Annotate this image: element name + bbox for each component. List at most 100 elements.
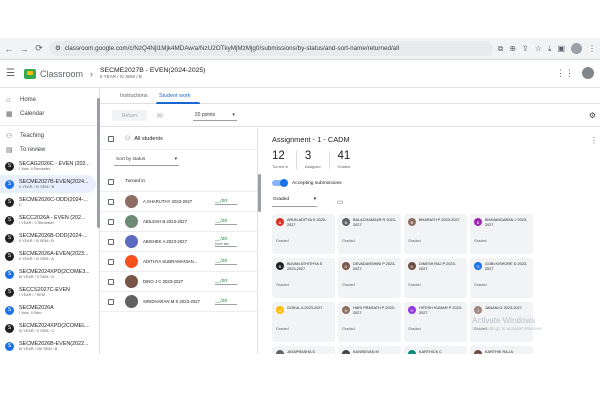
student-card[interactable]: G GOBI KISHORE D 2023-2027 Graded bbox=[470, 258, 533, 298]
student-row[interactable]: ABISHEK A 2023-2027 __/20 Done late bbox=[100, 232, 257, 252]
card-header: B BHAVANGARAN J 2023-2027 bbox=[474, 218, 529, 239]
student-card[interactable]: H HITESH KUMAR P 2023-2027 Graded bbox=[404, 302, 467, 342]
student-checkbox[interactable] bbox=[108, 298, 114, 305]
bookmark-star-icon[interactable]: ☆ bbox=[535, 44, 542, 53]
back-icon[interactable]: ← bbox=[4, 44, 14, 54]
sidebar-item-home[interactable]: ⌂ Home bbox=[0, 93, 99, 107]
student-row[interactable]: ABILESH B 2023-2027 __/20 bbox=[100, 212, 257, 232]
student-checkbox[interactable] bbox=[108, 238, 114, 245]
card-status: Graded bbox=[408, 283, 421, 287]
grade-input[interactable]: __/20 bbox=[215, 199, 237, 205]
forward-icon[interactable]: → bbox=[19, 44, 29, 54]
filter-value: Graded bbox=[273, 197, 289, 202]
student-checkbox[interactable] bbox=[108, 278, 114, 285]
student-card[interactable]: B BHARATH P 2023-2027 Graded bbox=[404, 214, 467, 254]
grade-input[interactable]: __/20 bbox=[215, 259, 237, 265]
grade-value: __/20 bbox=[215, 236, 228, 242]
tab-student-work[interactable]: Student work bbox=[159, 93, 190, 99]
share-icon[interactable]: ⇪ bbox=[522, 44, 529, 53]
student-card[interactable]: K KARTHICK C bbox=[404, 346, 467, 354]
zoom-icon[interactable]: ⊕ bbox=[509, 44, 516, 53]
student-avatar: H bbox=[408, 306, 416, 314]
student-row[interactable]: ADITHYA SUBRAMANIAN... __/20 bbox=[100, 252, 257, 272]
email-icon[interactable]: ✉ bbox=[157, 112, 163, 120]
student-checkbox[interactable] bbox=[108, 198, 114, 205]
sidebar-item-label: To review bbox=[20, 147, 46, 153]
address-bar[interactable]: ⚙ classroom.google.com/c/NzQ4Njl1Mjk4MDA… bbox=[49, 41, 493, 56]
app-name[interactable]: Classroom bbox=[40, 69, 83, 79]
stat-turned-in[interactable]: 12 Turned in bbox=[272, 150, 297, 169]
class-subtitle: II YEAR / IV SEM / B bbox=[100, 73, 142, 79]
install-icon[interactable]: ⧉ bbox=[498, 44, 504, 54]
student-row[interactable]: DINO J C 2023-2027 __/20 bbox=[100, 272, 257, 292]
breadcrumb[interactable]: SECME2027B - EVEN(2024-2025) II YEAR / I… bbox=[100, 67, 205, 79]
app-header: ☰ Classroom › SECME2027B - EVEN(2024-202… bbox=[0, 60, 600, 88]
student-card[interactable]: B BHAVANGARAN J 2023-2027 Graded bbox=[470, 214, 533, 254]
class-list-item[interactable]: S SECME2026B-ODD(2024-... II YEAR / III SE… bbox=[0, 229, 99, 247]
class-list-item[interactable]: S SECME2024XPD(2COMEL... III YEAR / V SEM … bbox=[0, 319, 99, 337]
student-card[interactable]: B BUVAN ATHITHYA S 2023-2027 Graded bbox=[272, 258, 335, 298]
grade-value: __/20 bbox=[215, 278, 228, 284]
student-checkbox[interactable] bbox=[108, 218, 114, 225]
reload-icon[interactable]: ⟳ bbox=[34, 43, 44, 54]
grading-toolbar: Return ✉ 20 points ▾ ⚙ bbox=[100, 105, 600, 127]
class-list-item[interactable]: S SECAG2026C - EVEN (202... I Year, II Sem… bbox=[0, 157, 99, 175]
student-card[interactable]: D DEVADARSHINI P 2023-2027 Graded bbox=[338, 258, 401, 298]
folder-icon[interactable]: ▭ bbox=[337, 198, 344, 206]
all-students-row[interactable]: ⚇ All students bbox=[100, 128, 257, 150]
stat-graded[interactable]: 41 Graded bbox=[338, 150, 359, 168]
student-card[interactable]: J JAYAPRASHA S bbox=[272, 346, 335, 354]
browser-menu-icon[interactable]: ⋮ bbox=[588, 44, 596, 53]
card-header: D DEVADARSHINI P 2023-2027 bbox=[342, 262, 397, 283]
accepting-submissions-toggle[interactable]: Accepting submissions bbox=[272, 179, 342, 187]
student-name: BHAVANGARAN J 2023-2027 bbox=[485, 218, 528, 228]
student-card[interactable]: A ARUN ADITYA S 2023-2027 Graded bbox=[272, 214, 335, 254]
grade-input[interactable]: __/20 bbox=[215, 299, 237, 305]
sort-select[interactable]: Sort by status ▾ bbox=[114, 154, 179, 166]
select-all-checkbox[interactable] bbox=[108, 135, 114, 142]
class-list-item[interactable]: S SECME2024XPD(2COME3... III YEAR / V SEM … bbox=[0, 265, 99, 283]
class-list-item[interactable]: S SECC2026A - EVEN (202... I YEAR / II Sem… bbox=[0, 211, 99, 229]
extensions-icon[interactable]: ▣ bbox=[557, 44, 565, 53]
list-scrollbar[interactable] bbox=[258, 174, 261, 212]
toggle-switch[interactable] bbox=[272, 179, 288, 187]
class-list-item[interactable]: S SECME2026C-ODD(2024-... C bbox=[0, 193, 99, 211]
class-list-item[interactable]: S SECME2026A-EVEN(2023... II YEAR / IV SEM… bbox=[0, 247, 99, 265]
class-list-item[interactable]: S SECME2026B-EVEN(2022... III YEAR / VIII … bbox=[0, 337, 99, 354]
apps-grid-icon[interactable]: ⋮⋮ bbox=[556, 68, 574, 79]
sidebar-item-to-review[interactable]: ▤ To review bbox=[0, 143, 99, 157]
more-options-icon[interactable]: ⋮ bbox=[590, 136, 598, 145]
download-icon[interactable]: ⤓ bbox=[548, 44, 552, 54]
grade-input[interactable]: __/20 bbox=[215, 219, 237, 225]
student-avatar bbox=[125, 195, 138, 208]
stat-assigned[interactable]: 3 Assigned bbox=[305, 150, 330, 169]
student-card[interactable]: D DINESH RAJ P 2023-2027 Graded bbox=[404, 258, 467, 298]
status-filter-select[interactable]: Graded ▾ bbox=[272, 197, 317, 207]
sidebar-item-teaching[interactable]: ⚇ Teaching bbox=[0, 129, 99, 143]
classroom-logo[interactable] bbox=[24, 68, 36, 79]
profile-icon[interactable] bbox=[571, 43, 582, 54]
main-menu-icon[interactable]: ☰ bbox=[6, 68, 20, 79]
student-card[interactable]: B BALACHANDAR R 2023-2027 Graded bbox=[338, 214, 401, 254]
site-info-icon[interactable]: ⚙ bbox=[55, 45, 61, 52]
student-row[interactable]: SIRIDHARAN M S 2023-2027 __/20 bbox=[100, 292, 257, 312]
class-list-item[interactable]: S SECCS2027C-EVEN I YEAR / I SEM bbox=[0, 283, 99, 301]
class-list-item[interactable]: S SECME2027B-EVEN(2024... II YEAR / IV SEM… bbox=[0, 175, 96, 193]
sidebar-item-calendar[interactable]: ▦ Calendar bbox=[0, 107, 99, 121]
gear-icon[interactable]: ⚙ bbox=[589, 111, 596, 120]
student-card[interactable]: G GOKUL A 2023-2027 Graded bbox=[272, 302, 335, 342]
account-avatar[interactable] bbox=[582, 67, 594, 79]
tab-instructions[interactable]: Instructions bbox=[120, 93, 148, 99]
section-checkbox[interactable] bbox=[108, 178, 114, 185]
student-card[interactable]: H HARI PRASATH P 2023-2027 Graded bbox=[338, 302, 401, 342]
class-list-item[interactable]: S SECME2026A I Year, II Sem bbox=[0, 301, 99, 319]
return-button[interactable]: Return bbox=[112, 110, 147, 121]
points-select[interactable]: 20 points ▾ bbox=[192, 110, 237, 121]
student-card[interactable]: K KANISEVAN M bbox=[338, 346, 401, 354]
student-checkbox[interactable] bbox=[108, 258, 114, 265]
student-card[interactable]: K KARTHIK RAJ A bbox=[470, 346, 533, 354]
grade-input[interactable]: __/20 Done late bbox=[215, 237, 237, 247]
grade-input[interactable]: __/20 bbox=[215, 279, 237, 285]
student-row[interactable]: A SHARUTHY 2023-2027 __/20 bbox=[100, 192, 257, 212]
card-status: Graded bbox=[342, 283, 355, 287]
